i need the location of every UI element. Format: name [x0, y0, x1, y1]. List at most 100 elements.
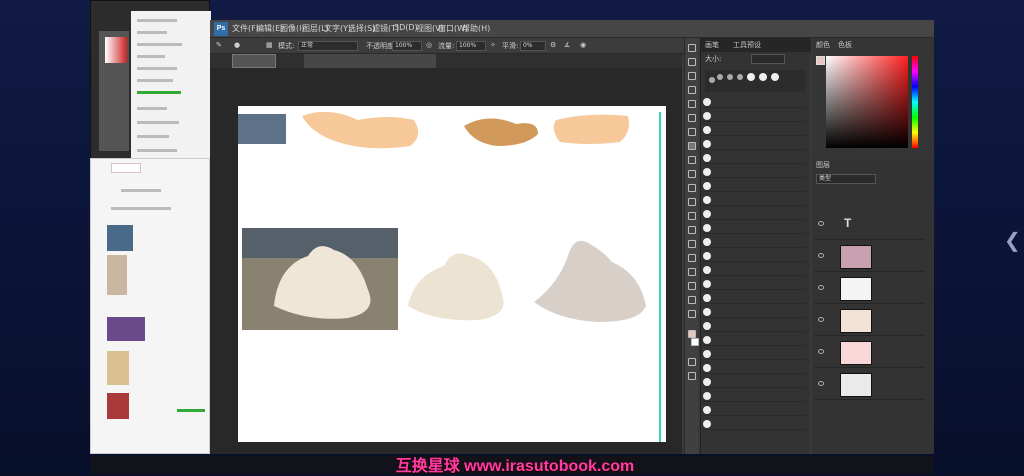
menu-3d[interactable]: 3D(D): [394, 23, 418, 32]
chat-image[interactable]: [107, 255, 127, 295]
brush-preview-icon[interactable]: ●: [234, 41, 240, 49]
pressure-opacity-icon[interactable]: ◎: [426, 41, 432, 49]
brush-preset-row[interactable]: [703, 348, 807, 360]
chat-tab[interactable]: [111, 163, 141, 173]
color-picker-field[interactable]: [826, 56, 908, 148]
layer-row[interactable]: [814, 274, 924, 304]
zoom-tool-icon[interactable]: [688, 310, 696, 318]
brush-preset-row[interactable]: [703, 124, 807, 136]
tab-color[interactable]: 颜色: [816, 40, 830, 50]
canvas[interactable]: [238, 106, 666, 442]
gear-icon[interactable]: ⚙: [550, 41, 556, 49]
lasso-tool-icon[interactable]: [688, 72, 696, 80]
hue-slider[interactable]: [912, 56, 918, 148]
brush-tool-icon[interactable]: [688, 142, 696, 150]
brush-preset-row[interactable]: [703, 362, 807, 374]
tab-layers[interactable]: 图层: [816, 160, 830, 170]
crop-tool-icon[interactable]: [688, 100, 696, 108]
brush-preset-row[interactable]: [703, 306, 807, 318]
screen-mode-icon[interactable]: [688, 372, 696, 380]
chat-image[interactable]: [107, 225, 133, 251]
move-tool-icon[interactable]: [688, 44, 696, 52]
brush-preset-row[interactable]: [703, 180, 807, 192]
brush-preset-row[interactable]: [703, 404, 807, 416]
blur-tool-icon[interactable]: [688, 212, 696, 220]
tab-brushes[interactable]: 画笔: [705, 40, 719, 50]
brush-preset-row[interactable]: [703, 418, 807, 430]
brush-preset-row[interactable]: [703, 152, 807, 164]
document-tab[interactable]: [304, 54, 436, 68]
shape-tool-icon[interactable]: [688, 282, 696, 290]
chevron-right-icon[interactable]: ❮: [1004, 228, 1021, 252]
layer-row[interactable]: [814, 242, 924, 272]
chat-window[interactable]: [90, 158, 210, 454]
menu-help[interactable]: 帮助(H): [462, 23, 490, 34]
brush-settings-icon[interactable]: ▦: [266, 41, 273, 49]
eye-icon[interactable]: [818, 349, 824, 354]
eye-icon[interactable]: [818, 221, 824, 226]
opacity-field[interactable]: 100%: [392, 41, 422, 51]
tool-preset-popup[interactable]: [232, 54, 276, 68]
eye-icon[interactable]: [818, 253, 824, 258]
brush-preset-row[interactable]: [703, 96, 807, 108]
marquee-tool-icon[interactable]: [688, 58, 696, 66]
brush-preset-row[interactable]: [703, 334, 807, 346]
eye-icon[interactable]: [818, 285, 824, 290]
brush-preset-row[interactable]: [703, 250, 807, 262]
brush-preset-row[interactable]: [703, 194, 807, 206]
path-select-icon[interactable]: [688, 268, 696, 276]
foreground-swatch[interactable]: [816, 56, 825, 65]
menu-file[interactable]: 文件(F): [232, 23, 259, 34]
history-brush-icon[interactable]: [688, 170, 696, 178]
brush-preset-row[interactable]: [703, 208, 807, 220]
menu-image[interactable]: 图像(I): [280, 23, 305, 34]
brush-preset-row[interactable]: [703, 278, 807, 290]
brush-preset-row[interactable]: [703, 376, 807, 388]
layer-row[interactable]: [814, 370, 924, 400]
chat-image[interactable]: [107, 317, 145, 341]
chat-image[interactable]: [107, 393, 129, 419]
brush-tip-strip[interactable]: [705, 70, 805, 92]
tab-swatches[interactable]: 色板: [838, 40, 852, 50]
flow-field[interactable]: 100%: [456, 41, 486, 51]
brush-preset-row[interactable]: [703, 222, 807, 234]
brush-preset-row[interactable]: [703, 320, 807, 332]
brush-tip-icon: [703, 223, 711, 232]
angle-icon[interactable]: ∡: [564, 41, 570, 49]
hand-tool-icon[interactable]: [688, 296, 696, 304]
brush-preset-row[interactable]: [703, 390, 807, 402]
eye-icon[interactable]: [818, 381, 824, 386]
chat-image[interactable]: [107, 351, 129, 385]
brush-size-field[interactable]: [751, 54, 785, 64]
type-tool-icon[interactable]: [688, 254, 696, 262]
quick-mask-icon[interactable]: [688, 358, 696, 366]
brush-preset-row[interactable]: [703, 110, 807, 122]
pen-tool-icon[interactable]: [688, 240, 696, 248]
magic-wand-icon[interactable]: [688, 86, 696, 94]
layer-kind-filter[interactable]: 类型: [816, 174, 876, 184]
layer-row[interactable]: T: [814, 210, 924, 240]
dodge-tool-icon[interactable]: [688, 226, 696, 234]
foreground-color-swatch[interactable]: [688, 330, 696, 338]
eyedropper-icon[interactable]: [688, 114, 696, 122]
brush-tool-icon[interactable]: ✎: [216, 41, 222, 49]
brush-preset-row[interactable]: [703, 166, 807, 178]
brush-preset-row[interactable]: [703, 264, 807, 276]
brush-preset-row[interactable]: [703, 138, 807, 150]
brush-preset-row[interactable]: [703, 236, 807, 248]
stamp-tool-icon[interactable]: [688, 156, 696, 164]
healing-brush-icon[interactable]: [688, 128, 696, 136]
brush-preset-row[interactable]: [703, 292, 807, 304]
eraser-tool-icon[interactable]: [688, 184, 696, 192]
eye-icon[interactable]: [818, 317, 824, 322]
tab-tool-presets[interactable]: 工具预设: [733, 40, 761, 50]
airbrush-icon[interactable]: ✧: [490, 41, 496, 49]
smooth-field[interactable]: 0%: [520, 41, 546, 51]
photoshop-window[interactable]: Ps 文件(F) 编辑(E) 图像(I) 图层(L) 文字(Y) 选择(S) 滤…: [210, 20, 934, 454]
mode-select[interactable]: 正常: [298, 41, 358, 51]
layer-row[interactable]: [814, 306, 924, 336]
gradient-tool-icon[interactable]: [688, 198, 696, 206]
background-color-swatch[interactable]: [691, 338, 699, 346]
pressure-size-icon[interactable]: ◉: [580, 41, 586, 49]
layer-row[interactable]: [814, 338, 924, 368]
